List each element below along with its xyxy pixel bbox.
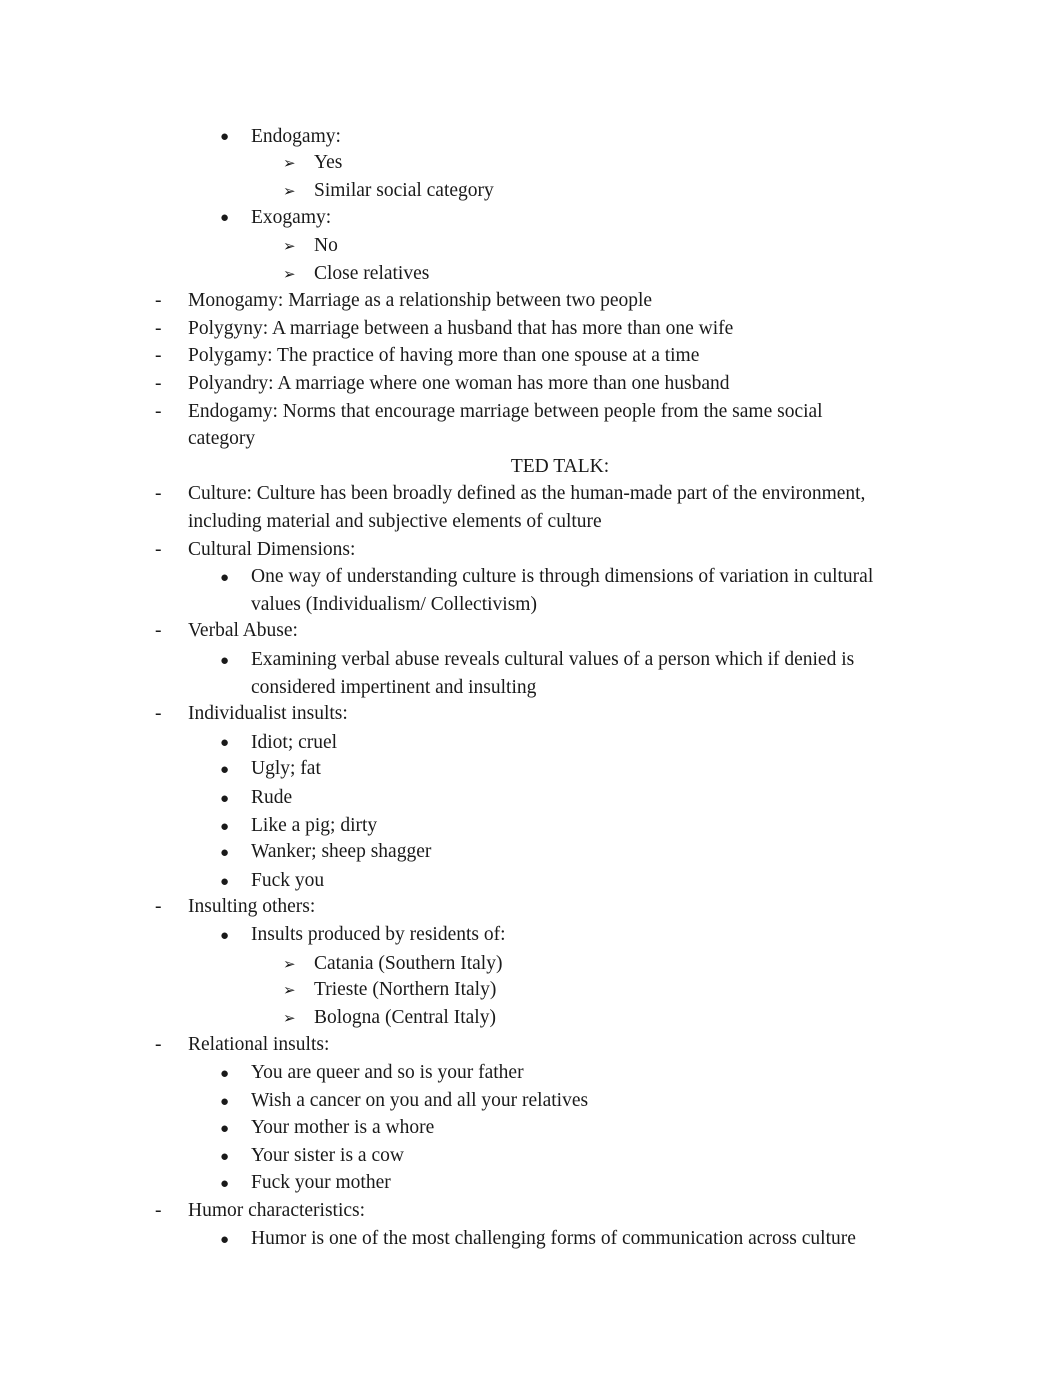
bullet-marker: ●: [220, 1176, 230, 1192]
arrow-marker: ➢: [283, 239, 296, 255]
list-item: Your mother is a whore: [251, 1117, 435, 1138]
highlighted-term: Individualist insults:: [188, 703, 348, 724]
definition-item: Polygyny: A marriage between a husband t…: [188, 318, 733, 340]
list-item: Humor is one of the most challenging for…: [251, 1228, 856, 1249]
section-term: Humor characteristics:: [188, 1200, 365, 1222]
highlighted-term: Polygyny:: [188, 318, 269, 339]
highlighted-term: Polyandry:: [188, 373, 274, 394]
bullet-marker: ●: [220, 874, 230, 890]
highlighted-term: Monogamy:: [188, 290, 284, 311]
highlighted-term: Insulting others:: [188, 896, 316, 917]
list-item: Fuck your mother: [251, 1172, 391, 1193]
arrow-marker: ➢: [283, 184, 296, 200]
definition-item: Culture: Culture has been broadly define…: [188, 483, 865, 505]
section-term: Relational insults:: [188, 1034, 329, 1056]
section-term: Cultural Dimensions:: [188, 539, 355, 561]
highlighted-term: Humor characteristics:: [188, 1200, 366, 1221]
list-item: Trieste (Northern Italy): [314, 979, 497, 1000]
dash-marker: -: [155, 703, 162, 724]
dash-marker: -: [155, 620, 162, 641]
list-item-continuation: values (Individualism/ Collectivism): [251, 594, 537, 615]
bullet-marker: ●: [220, 1149, 230, 1165]
arrow-marker: ➢: [283, 156, 296, 172]
definition-item: Endogamy: Norms that encourage marriage …: [188, 401, 823, 423]
dash-marker: -: [155, 318, 162, 339]
bullet-marker: ●: [220, 210, 230, 226]
highlighted-term: Polygamy:: [188, 345, 273, 366]
highlighted-term: Cultural Dimensions:: [188, 539, 356, 560]
bullet-marker: ●: [220, 762, 230, 778]
dash-marker: -: [155, 896, 162, 917]
list-item: No: [314, 235, 338, 256]
section-heading: TED TALK:: [510, 456, 610, 477]
arrow-marker: ➢: [283, 983, 296, 999]
bullet-marker: ●: [220, 1232, 230, 1248]
bullet-marker: ●: [220, 1094, 230, 1110]
bullet-marker: ●: [220, 1121, 230, 1137]
list-item: Catania (Southern Italy): [314, 953, 503, 974]
dash-marker: -: [155, 483, 162, 504]
definition-text: Culture has been broadly defined as the …: [251, 483, 866, 504]
dash-marker: -: [155, 373, 162, 394]
highlighted-term: Relational insults:: [188, 1034, 330, 1055]
bullet-marker: ●: [220, 791, 230, 807]
definition-text: The practice of having more than one spo…: [272, 345, 700, 366]
section-term: Verbal Abuse:: [188, 620, 298, 642]
list-item: Idiot; cruel: [251, 732, 338, 753]
arrow-marker: ➢: [283, 1011, 296, 1027]
dash-marker: -: [155, 1034, 162, 1055]
dash-marker: -: [155, 290, 162, 311]
definition-continuation: including material and subjective elemen…: [188, 511, 602, 532]
list-item: Ugly; fat: [251, 758, 321, 779]
list-item: Insults produced by residents of:: [251, 924, 506, 945]
list-item: Exogamy:: [251, 207, 332, 228]
list-item: Wish a cancer on you and all your relati…: [251, 1090, 589, 1111]
list-item: Bologna (Central Italy): [314, 1007, 496, 1028]
bullet-marker: ●: [220, 1066, 230, 1082]
arrow-marker: ➢: [283, 957, 296, 973]
bullet-marker: ●: [220, 819, 230, 835]
list-item: Fuck you: [251, 870, 325, 891]
bullet-marker: ●: [220, 129, 230, 145]
highlighted-term: Culture:: [188, 483, 252, 504]
definition-item: Polyandry: A marriage where one woman ha…: [188, 373, 730, 395]
dash-marker: -: [155, 401, 162, 422]
dash-marker: -: [155, 539, 162, 560]
definition-text: Marriage as a relationship between two p…: [283, 290, 653, 311]
bullet-marker: ●: [220, 570, 230, 586]
dash-marker: -: [155, 345, 162, 366]
arrow-marker: ➢: [283, 267, 296, 283]
dash-marker: -: [155, 1200, 162, 1221]
highlighted-term: Endogamy:: [188, 401, 278, 422]
bullet-marker: ●: [220, 735, 230, 751]
list-item: Rude: [251, 787, 293, 808]
highlighted-term: Verbal Abuse:: [188, 620, 298, 641]
list-item: One way of understanding culture is thro…: [251, 566, 874, 587]
bullet-marker: ●: [220, 845, 230, 861]
bullet-marker: ●: [220, 653, 230, 669]
definition-continuation: category: [188, 428, 256, 449]
definition-item: Polygamy: The practice of having more th…: [188, 345, 699, 367]
list-item: Similar social category: [314, 180, 494, 201]
definition-text: A marriage where one woman has more than…: [273, 373, 730, 394]
list-item: You are queer and so is your father: [251, 1062, 524, 1083]
definition-item: Monogamy: Marriage as a relationship bet…: [188, 290, 652, 312]
list-item: Your sister is a cow: [251, 1145, 404, 1166]
list-item: Wanker; sheep shagger: [251, 841, 432, 862]
definition-text: Norms that encourage marriage between pe…: [277, 401, 823, 422]
list-item: Endogamy:: [251, 126, 341, 147]
section-term: Individualist insults:: [188, 703, 348, 725]
list-item: Like a pig; dirty: [251, 815, 378, 836]
section-term: Insulting others:: [188, 896, 315, 918]
list-item: Yes: [314, 152, 343, 173]
definition-text: A marriage between a husband that has mo…: [268, 318, 734, 339]
list-item: Examining verbal abuse reveals cultural …: [251, 649, 855, 670]
list-item: Close relatives: [314, 263, 430, 284]
list-item-continuation: considered impertinent and insulting: [251, 677, 537, 698]
bullet-marker: ●: [220, 928, 230, 944]
